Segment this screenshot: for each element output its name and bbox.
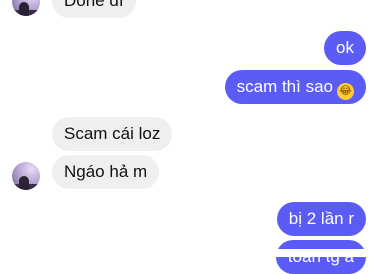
message-bubble-outgoing[interactable]: toàn tg à bbox=[275, 240, 366, 274]
contact-avatar[interactable] bbox=[12, 0, 40, 16]
bottom-edge bbox=[0, 249, 374, 257]
message-text: scam thì sao bbox=[236, 77, 333, 96]
avatar-figure bbox=[19, 2, 29, 16]
laughing-emoji-icon: 😂 bbox=[337, 83, 354, 100]
message-bubble-incoming[interactable]: Done dĩ bbox=[52, 0, 136, 18]
message-bubble-outgoing[interactable]: scam thì sao 😂 bbox=[224, 70, 366, 104]
message-bubble-outgoing[interactable]: bị 2 lần r bbox=[276, 202, 366, 236]
message-bubble-outgoing[interactable]: ok bbox=[324, 31, 366, 65]
contact-avatar[interactable] bbox=[12, 162, 40, 190]
message-bubble-incoming[interactable]: Scam cái loz bbox=[52, 117, 173, 151]
message-bubble-incoming[interactable]: Ngáo hả m bbox=[52, 155, 160, 189]
avatar-figure bbox=[19, 176, 29, 190]
